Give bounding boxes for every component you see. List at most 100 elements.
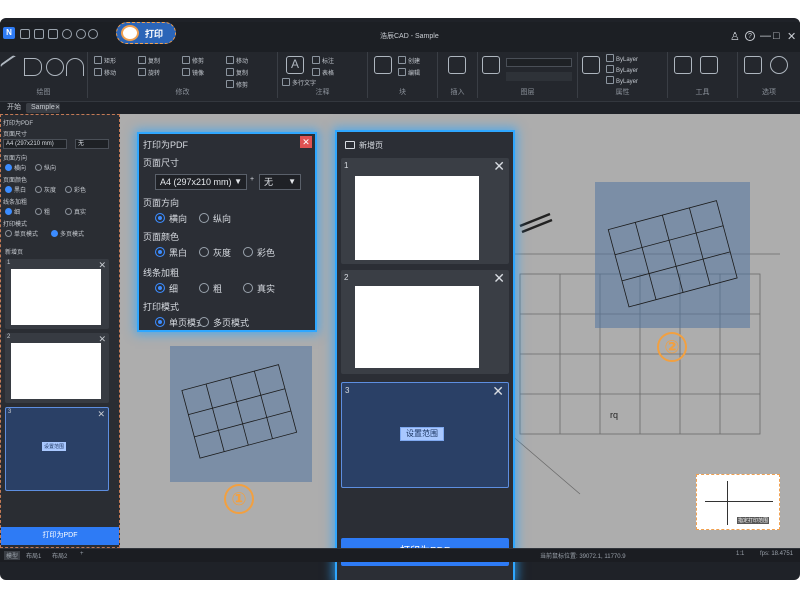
settings-orient-landscape[interactable]: 横向	[155, 212, 187, 225]
status-tab-layout1[interactable]: 布局1	[26, 551, 41, 560]
layer-select[interactable]	[506, 58, 572, 67]
circle-icon[interactable]	[46, 58, 64, 76]
dimension-tool[interactable]: 标注	[312, 56, 334, 65]
redo-icon[interactable]	[88, 29, 98, 39]
settings-line-real[interactable]: 真实	[243, 282, 275, 295]
close-button[interactable]: ✕	[787, 30, 796, 43]
lp-new-page[interactable]: 新增页	[5, 247, 23, 256]
page-card-close-icon[interactable]: ✕	[493, 158, 505, 175]
table-tool[interactable]: 表格	[312, 68, 334, 77]
settings-line-thin[interactable]: 细	[155, 282, 178, 295]
lp-line-thin[interactable]: 细	[5, 207, 20, 216]
save-icon[interactable]	[48, 29, 58, 39]
move-tool-2[interactable]: 移动	[226, 56, 248, 65]
page-card-close-icon[interactable]: ✕	[492, 383, 504, 400]
lp-orient-portrait[interactable]: 纵向	[35, 163, 56, 172]
copy-tool-2[interactable]: 复制	[226, 68, 248, 77]
page-card-3[interactable]: 3 ✕ 设置范围	[341, 382, 509, 488]
settings-mode-single[interactable]: 单页模式	[155, 316, 205, 329]
tab-start[interactable]: 开始	[2, 103, 26, 113]
minimize-button[interactable]: —	[760, 30, 771, 42]
monitor-icon	[345, 141, 355, 149]
lp-card-close-icon[interactable]: ✕	[97, 409, 105, 420]
layer-properties-icon[interactable]	[482, 56, 500, 74]
layer-tools[interactable]	[506, 72, 572, 81]
page-card-1[interactable]: 1 ✕	[341, 158, 509, 264]
color-bylayer[interactable]: ByLayer	[606, 54, 638, 63]
page-card-2[interactable]: 2 ✕	[341, 270, 509, 374]
lp-page-size-select[interactable]: A4 (297x210 mm)	[3, 139, 67, 149]
chevron-down-icon: ▼	[288, 177, 296, 186]
settings-extra-select[interactable]: 无 ▼	[259, 174, 301, 190]
lp-color-color[interactable]: 彩色	[65, 185, 86, 194]
status-tab-add[interactable]: +	[80, 551, 84, 557]
text-icon[interactable]: A	[286, 56, 304, 74]
mtext-tool[interactable]: 多行文字	[282, 78, 316, 87]
lineweight-bylayer[interactable]: ByLayer	[606, 76, 638, 85]
create-block[interactable]: 创建	[398, 56, 420, 65]
lp-color-bw[interactable]: 黑白	[5, 185, 26, 194]
lp-color-gray[interactable]: 灰度	[35, 185, 56, 194]
tab-close-icon[interactable]: ✕	[55, 103, 60, 113]
clipboard-icon[interactable]	[700, 56, 718, 74]
linetype-bylayer[interactable]: ByLayer	[606, 65, 638, 74]
lp-page-card-1[interactable]: 1 ✕	[5, 259, 109, 329]
settings-color-gray[interactable]: 灰度	[199, 246, 231, 259]
lp-extra-select[interactable]: 无	[75, 139, 109, 149]
set-range-button[interactable]: 设置范围	[400, 427, 444, 441]
match-properties-icon[interactable]	[582, 56, 600, 74]
move-tool[interactable]: 移动	[94, 68, 116, 77]
help-icon[interactable]: ?	[745, 31, 755, 41]
tools-icon[interactable]	[744, 56, 762, 74]
print-button[interactable]: 打印	[116, 22, 176, 44]
status-scale[interactable]: 1:1	[736, 551, 744, 557]
mirror-tool[interactable]: 镜像	[182, 68, 204, 77]
lp-orient-landscape[interactable]: 横向	[5, 163, 26, 172]
lp-page-card-2[interactable]: 2 ✕	[5, 333, 109, 403]
polyline-icon[interactable]	[24, 58, 42, 76]
ribbon: 绘图 矩形 移动 复制 旋转 修剪 镜像 移动 复制 修剪 修改 A 标注 表格…	[0, 52, 800, 102]
settings-color-color[interactable]: 彩色	[243, 246, 275, 259]
user-icon[interactable]: ♙	[730, 30, 740, 43]
page-card-close-icon[interactable]: ✕	[493, 270, 505, 287]
maximize-button[interactable]: □	[773, 30, 780, 42]
page-card-number: 3	[345, 386, 350, 395]
marker-1: ①	[224, 484, 254, 514]
lp-print-pdf-button[interactable]: 打印为PDF	[1, 527, 119, 545]
measure-icon[interactable]	[674, 56, 692, 74]
status-tab-model[interactable]: 模型	[4, 551, 21, 560]
rect-tool[interactable]: 矩形	[94, 56, 116, 65]
lp-page-card-3[interactable]: 3 ✕ 设置范围	[5, 407, 109, 491]
settings-color-bw[interactable]: 黑白	[155, 246, 187, 259]
insert-block-icon[interactable]	[374, 56, 392, 74]
crosshair-box[interactable]: 指定打印范围	[696, 474, 780, 530]
settings-mode-multi[interactable]: 多页模式	[199, 316, 249, 329]
undo-icon[interactable]	[76, 29, 86, 39]
settings-close-icon[interactable]: ✕	[300, 136, 312, 148]
lp-mode-single[interactable]: 单页模式	[5, 229, 38, 238]
insert-icon[interactable]	[448, 56, 466, 74]
gear-icon[interactable]	[770, 56, 788, 74]
arc-icon[interactable]	[66, 58, 84, 76]
open-file-icon[interactable]	[34, 29, 44, 39]
new-file-icon[interactable]	[20, 29, 30, 39]
lp-line-real[interactable]: 真实	[65, 207, 86, 216]
edit-block[interactable]: 编辑	[398, 68, 420, 77]
trim-tool[interactable]: 修剪	[182, 56, 204, 65]
lp-line-thick[interactable]: 粗	[35, 207, 50, 216]
save-as-icon[interactable]	[62, 29, 72, 39]
chevron-down-icon: ▼	[234, 177, 242, 186]
status-tab-layout2[interactable]: 布局2	[52, 551, 67, 560]
app-logo-icon[interactable]: N	[3, 27, 15, 39]
settings-line-label: 线条加粗	[143, 268, 180, 278]
lp-mode-multi[interactable]: 多页模式	[51, 229, 84, 238]
ribbon-group-options: 选项	[738, 52, 800, 98]
lp-set-range-button[interactable]: 设置范围	[42, 442, 67, 451]
copy-tool[interactable]: 复制	[138, 56, 160, 65]
left-print-panel: 打印为PDF 页面尺寸 A4 (297x210 mm) 无 页面方向 横向 纵向…	[0, 114, 120, 548]
settings-orient-portrait[interactable]: 纵向	[199, 212, 231, 225]
settings-page-size-select[interactable]: A4 (297x210 mm) ▼	[155, 174, 247, 190]
settings-line-thick[interactable]: 粗	[199, 282, 222, 295]
rotate-tool[interactable]: 旋转	[138, 68, 160, 77]
line-icon[interactable]	[0, 54, 25, 80]
